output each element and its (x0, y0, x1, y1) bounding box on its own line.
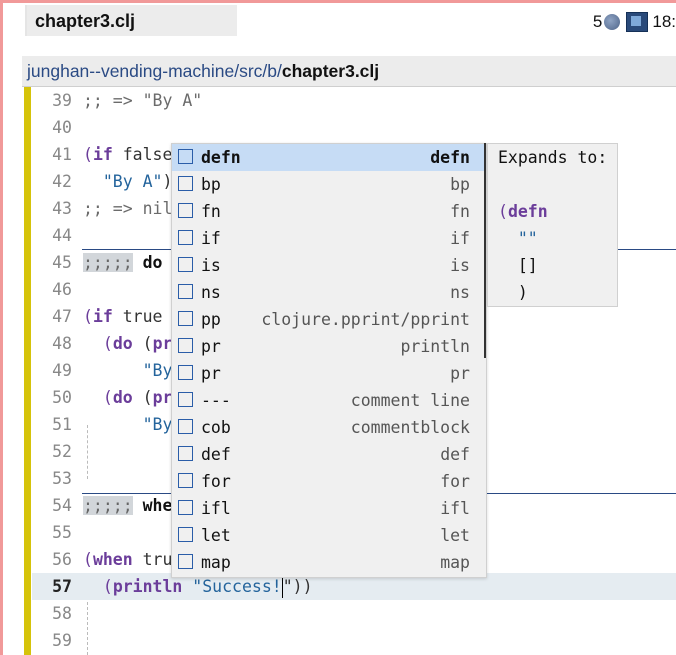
completion-item[interactable]: ifl ifl (172, 495, 486, 522)
completion-item[interactable]: cob commentblock (172, 414, 486, 441)
snippet-icon (178, 365, 193, 380)
breadcrumb-file: chapter3.clj (281, 61, 380, 81)
window-frame-left (0, 0, 3, 655)
snippet-icon (178, 500, 193, 515)
status-area: 5 18: (593, 11, 676, 33)
snippet-icon (178, 392, 193, 407)
tab-title: chapter3.clj (35, 11, 136, 31)
snippet-icon (178, 446, 193, 461)
completion-item[interactable]: map map (172, 549, 486, 576)
completion-item[interactable]: --- comment line (172, 387, 486, 414)
code-line: 59 (52, 631, 72, 650)
code-line: 39;; => "By A" (52, 91, 203, 110)
doc-popup: Expands to: (defn "" [] ) (487, 143, 618, 307)
completion-item[interactable]: pr pr (172, 360, 486, 387)
snippet-icon (178, 203, 193, 218)
snippet-icon (178, 473, 193, 488)
completion-scrollbar[interactable] (484, 143, 486, 358)
snippet-icon (178, 257, 193, 272)
clock-time: 18: (652, 12, 676, 31)
code-line: 40 (52, 118, 72, 137)
tab-bar: chapter3.clj 5 18: (3, 3, 676, 36)
workspace-number: 5 (592, 12, 603, 31)
snippet-icon (178, 527, 193, 542)
doc-line: (defn (498, 202, 548, 221)
snippet-icon (178, 176, 193, 191)
completion-item[interactable]: def def (172, 441, 486, 468)
gutter-marker (24, 87, 31, 655)
completion-popup: defn defn bp bp fn fn if if is is ns ns pp cloj… (171, 143, 487, 578)
snippet-icon (178, 554, 193, 569)
snippet-icon (178, 230, 193, 245)
completion-item[interactable]: for for (172, 468, 486, 495)
completion-item[interactable]: if if (172, 225, 486, 252)
doc-line: ) (517, 283, 528, 302)
completion-item[interactable]: fn fn (172, 198, 486, 225)
completion-item[interactable]: let let (172, 522, 486, 549)
breadcrumb: junghan--vending-machine/src/b/chapter3.… (22, 56, 676, 87)
completion-item[interactable]: pp clojure.pprint/pprint (172, 306, 486, 333)
doc-heading: Expands to: (498, 148, 608, 167)
completion-item[interactable]: ns ns (172, 279, 486, 306)
snippet-icon (178, 311, 193, 326)
breadcrumb-dir[interactable]: junghan--vending-machine/src/b/ (27, 61, 282, 81)
doc-line: "" (517, 229, 538, 248)
completion-item[interactable]: pr println (172, 333, 486, 360)
code-line: 58 (52, 604, 72, 623)
snippet-icon (178, 284, 193, 299)
snippet-icon (178, 419, 193, 434)
snippet-icon (178, 149, 193, 164)
snippet-icon (178, 338, 193, 353)
completion-item[interactable]: bp bp (172, 171, 486, 198)
completion-item[interactable]: defn defn (172, 144, 486, 171)
clock-icon (626, 12, 649, 32)
tab-chapter3[interactable]: chapter3.clj (25, 5, 237, 36)
completion-item[interactable]: is is (172, 252, 486, 279)
moon-icon (604, 14, 621, 30)
doc-line: [] (517, 256, 538, 275)
